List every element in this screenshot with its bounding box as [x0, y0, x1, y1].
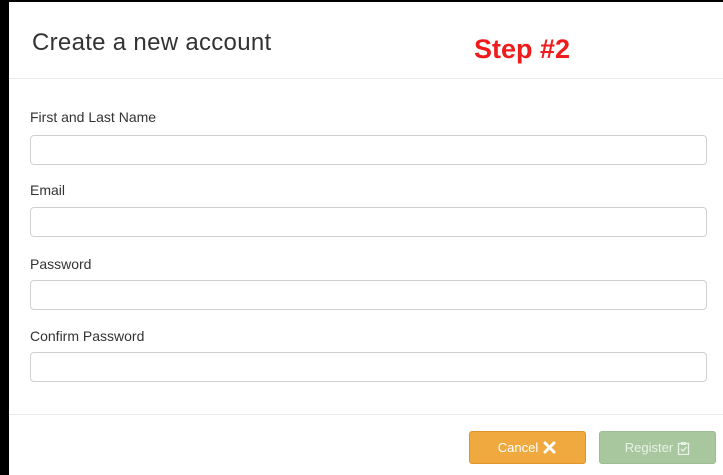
email-label: Email [30, 182, 66, 198]
cancel-button-label: Cancel [497, 440, 539, 455]
confirm-password-label: Confirm Password [30, 328, 145, 344]
register-button-label: Register [624, 440, 674, 455]
password-label: Password [30, 256, 92, 272]
close-x-icon [542, 440, 557, 455]
password-input[interactable] [30, 280, 707, 310]
register-button[interactable]: Register [599, 431, 716, 464]
window-frame: Create a new account Step #2 First and L… [0, 0, 723, 475]
confirm-password-input[interactable] [30, 352, 707, 382]
email-input[interactable] [30, 207, 707, 237]
modal-header: Create a new account Step #2 [9, 2, 723, 79]
step-annotation: Step #2 [474, 34, 571, 64]
full-name-input[interactable] [30, 135, 707, 165]
cancel-button[interactable]: Cancel [469, 431, 586, 464]
modal-footer: Cancel Register [9, 414, 723, 475]
create-account-modal: Create a new account Step #2 First and L… [9, 2, 723, 475]
clipboard-icon [677, 441, 690, 455]
full-name-label: First and Last Name [30, 109, 157, 125]
modal-title: Create a new account [32, 29, 272, 56]
